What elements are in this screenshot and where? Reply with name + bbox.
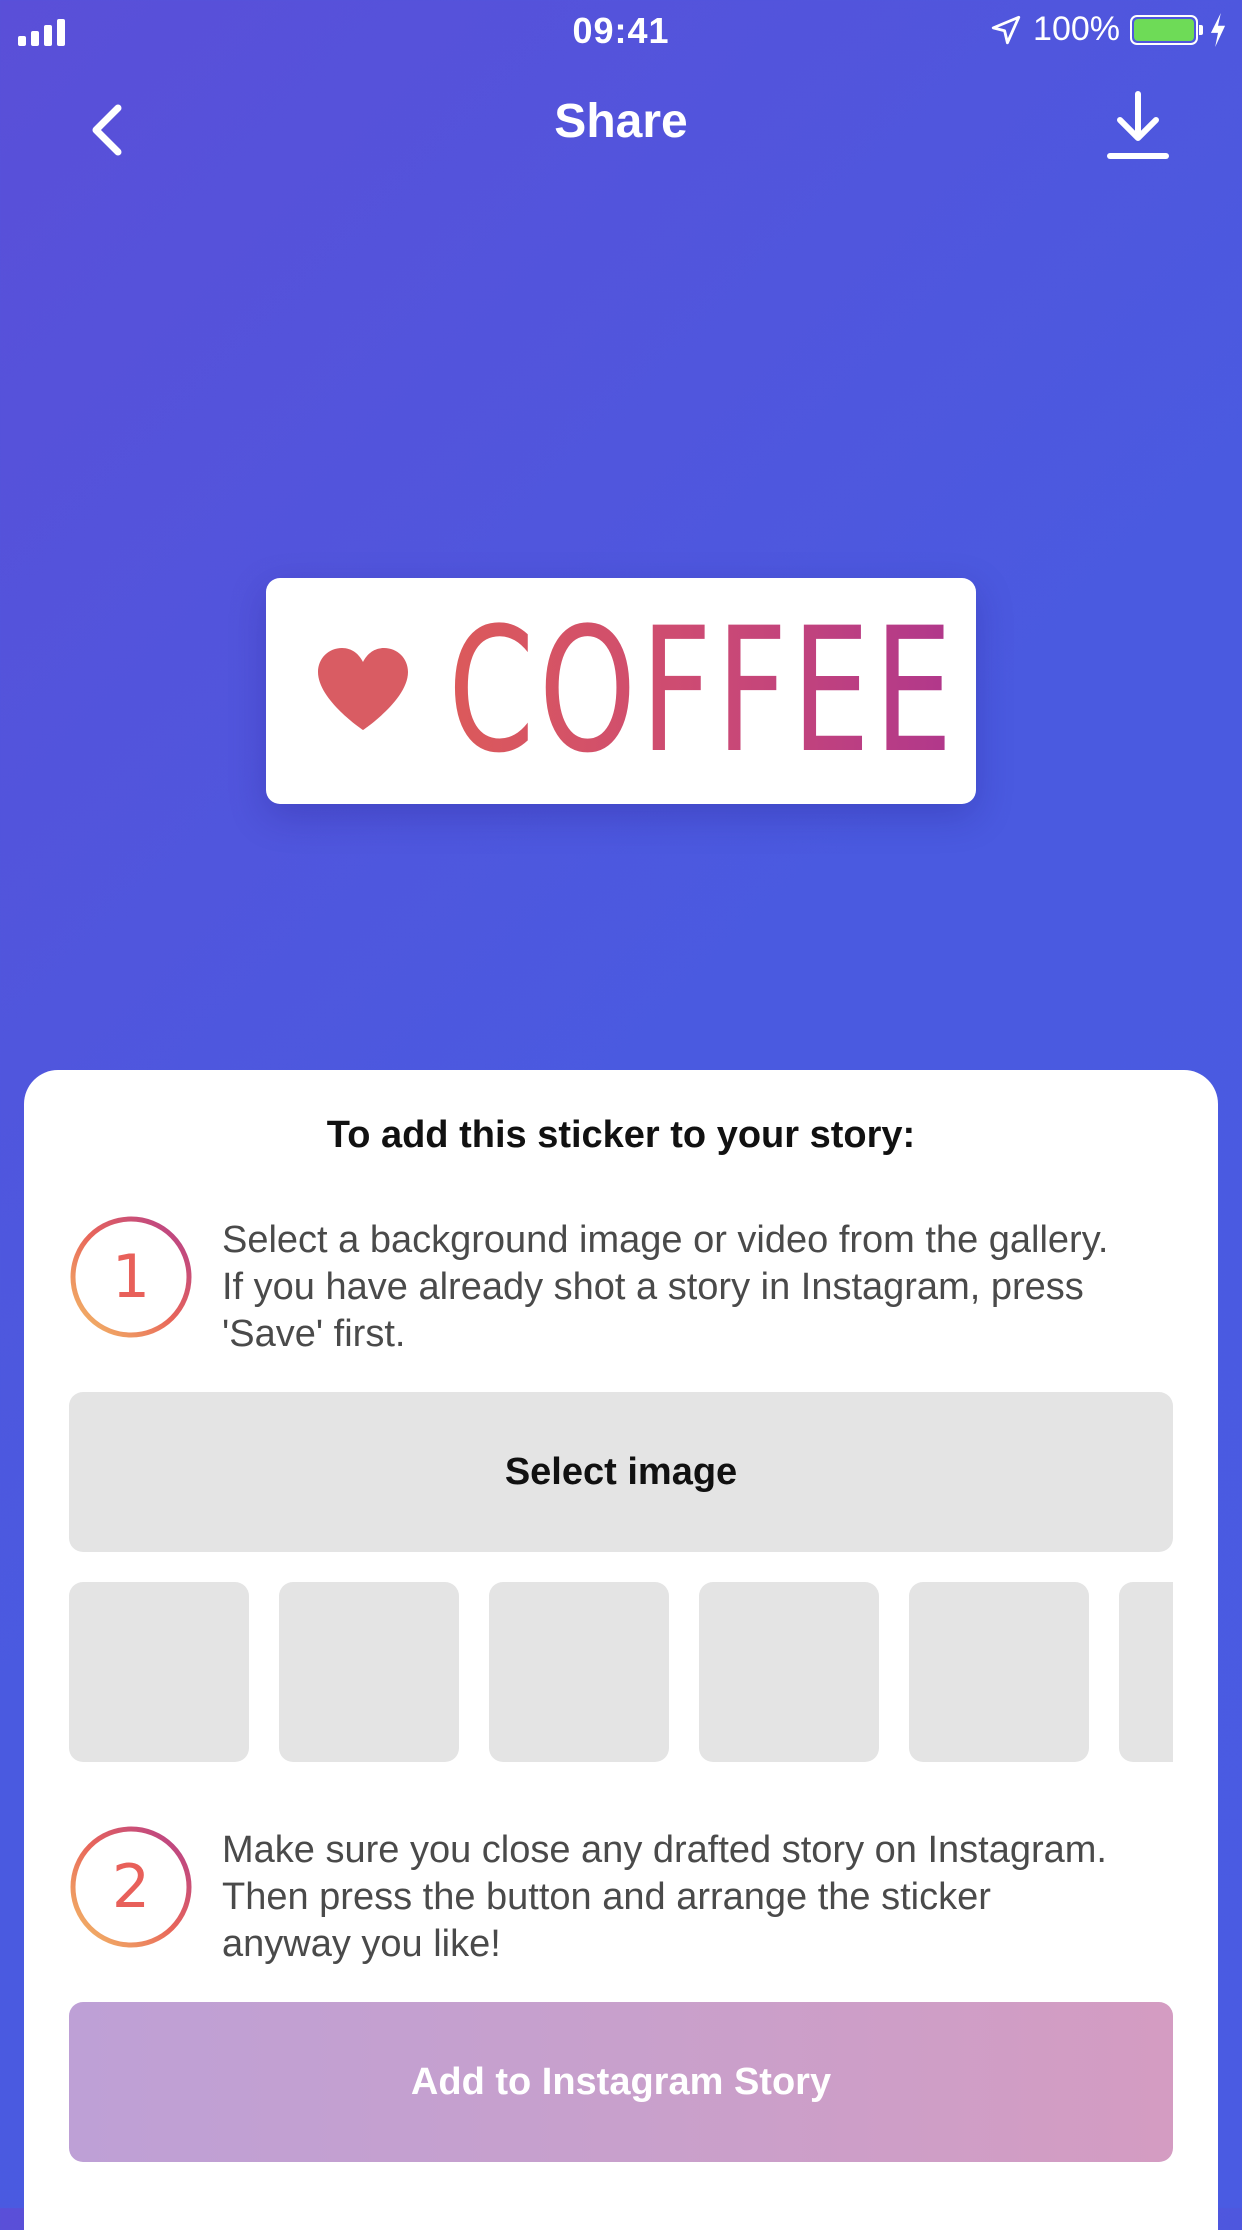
- location-arrow-icon: [991, 15, 1021, 44]
- step-2-badge: 2: [70, 1826, 192, 1948]
- nav-bar: Share: [0, 80, 1242, 170]
- instructions-title: To add this sticker to your story:: [326, 1114, 916, 1156]
- step-1-number: 1: [112, 1242, 150, 1312]
- gallery-thumbnail[interactable]: [69, 1582, 249, 1762]
- page-title: Share: [554, 95, 688, 148]
- gallery-thumbnail[interactable]: [909, 1582, 1089, 1762]
- step-2-text: Make sure you close any drafted story on…: [222, 1829, 1107, 1965]
- gallery-thumbnail[interactable]: [489, 1582, 669, 1762]
- add-to-instagram-story-button[interactable]: Add to Instagram Story: [69, 2002, 1173, 2162]
- download-icon[interactable]: [1106, 90, 1170, 162]
- status-right: 100%: [989, 10, 1228, 49]
- battery-icon: [1130, 14, 1203, 45]
- instructions-panel: To add this sticker to your story: 1 Sel…: [24, 1070, 1218, 2230]
- charging-bolt-icon: [1210, 12, 1226, 47]
- sticker-text: COFFEE: [448, 590, 957, 791]
- gallery-thumbnail[interactable]: [279, 1582, 459, 1762]
- sticker-preview: COFFEE: [266, 578, 976, 804]
- gallery-thumbnails: [69, 1582, 1173, 1762]
- step-1-badge: 1: [70, 1216, 192, 1338]
- gallery-thumbnail[interactable]: [1119, 1582, 1173, 1762]
- heart-icon: [318, 648, 408, 730]
- gallery-thumbnail[interactable]: [699, 1582, 879, 1762]
- battery-percent: 100%: [1033, 10, 1120, 48]
- status-bar: 09:41 100%: [0, 0, 1242, 60]
- step-1-text: Select a background image or video from …: [222, 1219, 1109, 1355]
- step-2-number: 2: [112, 1852, 150, 1922]
- select-image-button[interactable]: Select image: [69, 1392, 1173, 1552]
